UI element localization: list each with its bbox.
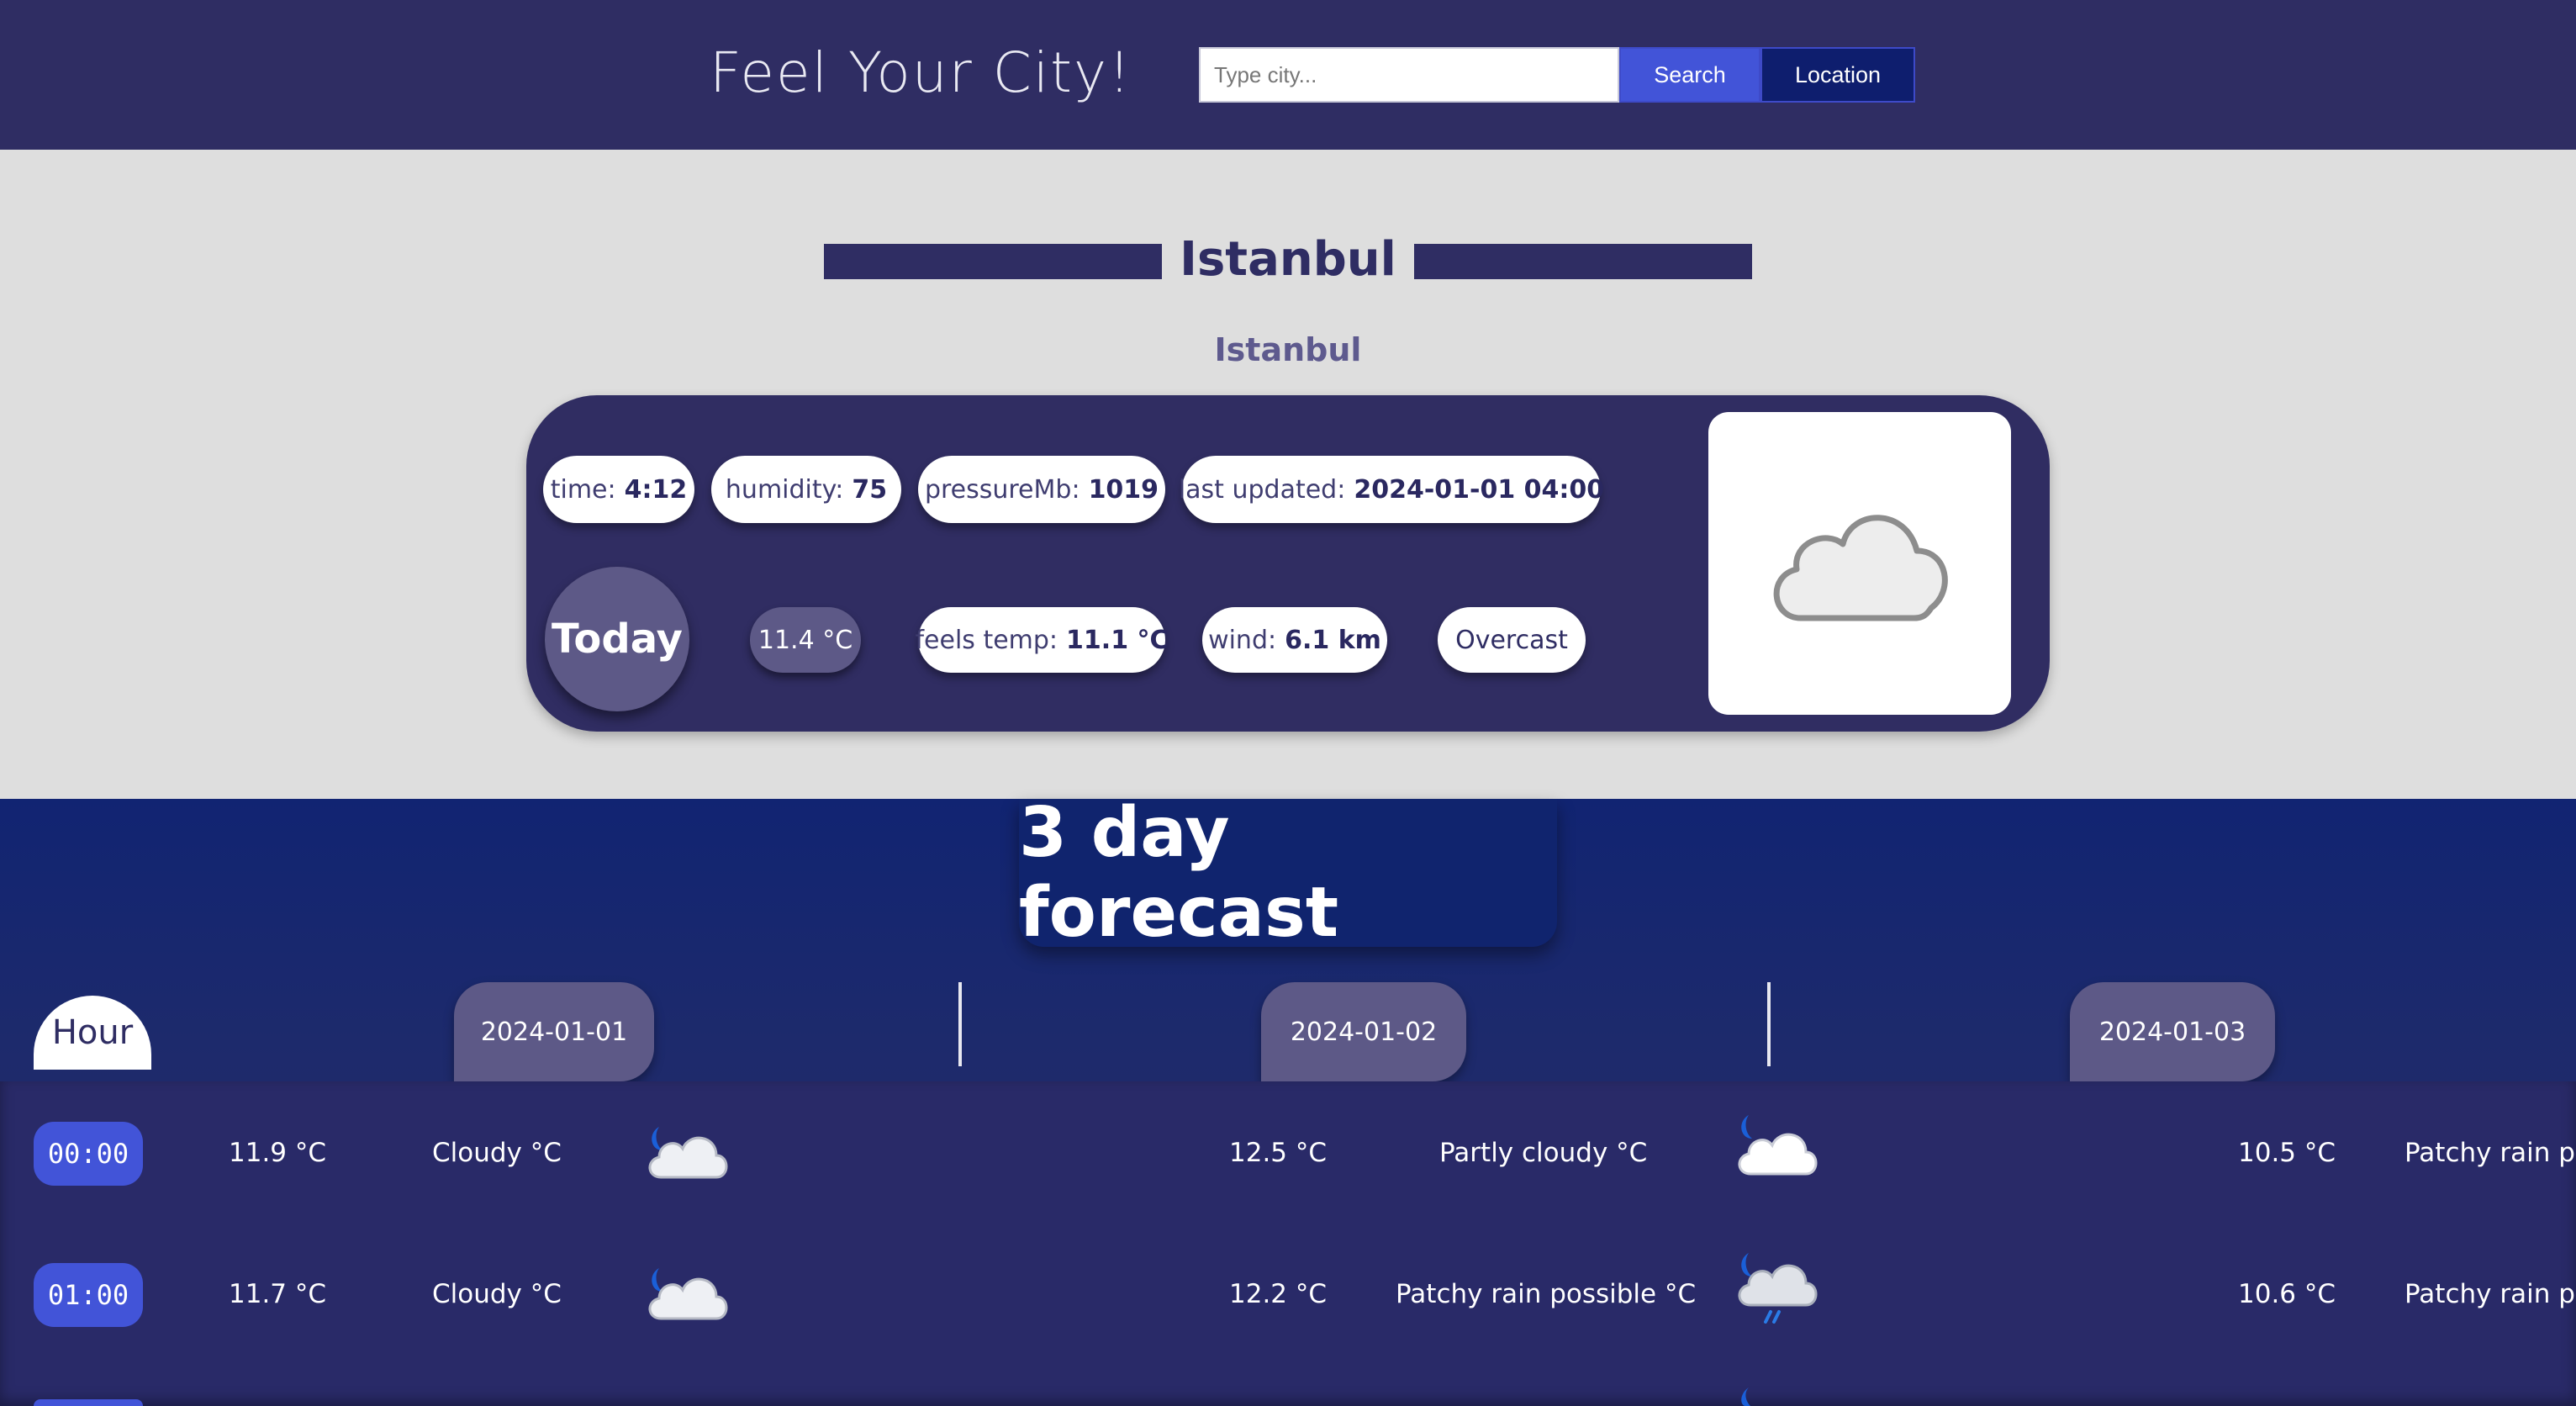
pressure-pill: pressureMb: 1019 [918,456,1165,523]
night-cloud-icon [648,1268,728,1320]
condition-cell: Partly cloudy °C [1439,1138,1648,1168]
temp-cell: 10.6 °C [2238,1279,2336,1309]
time-label: time: [550,474,616,505]
day-divider [1767,982,1771,1066]
temp-cell: 11.7 °C [229,1279,327,1309]
row-hour [34,1399,143,1406]
temp-cell: 10.5 °C [2238,1138,2336,1168]
date-tab-day2: 2024-01-02 [1261,982,1466,1081]
condition-cell: Cloudy °C [432,1279,562,1309]
cloud-icon [1773,515,1948,621]
condition-cell: Patchy rain po [2404,1138,2576,1168]
wind-pill: wind: 6.1 km [1202,607,1387,673]
condition-pill: Overcast [1438,607,1586,673]
feels-value: 11.1 °C [1066,625,1169,655]
wind-value: 6.1 km [1285,625,1381,655]
brand-title: Feel Your City! [710,40,1132,105]
city-subtitle: Istanbul [1214,331,1362,368]
pressure-value: 1019 [1088,474,1159,505]
forecast-rows [0,1081,2576,1406]
city-title: Istanbul [1180,232,1396,287]
search-button[interactable]: Search [1619,47,1760,103]
forecast-title: 3 day forecast [1019,793,1557,953]
updated-value: 2024-01-01 04:00 [1354,474,1605,505]
night-cloud-icon [648,1127,728,1179]
temp-cell: 11.9 °C [229,1138,327,1168]
last-updated-pill: last updated: 2024-01-01 04:00 [1178,456,1605,523]
night-cloud-icon [1738,1115,1818,1176]
top-bar: Feel Your City! Search Location [0,0,2576,150]
title-bar-left [824,244,1162,279]
updated-label: last updated: [1178,474,1346,505]
temp-cell: 12.5 °C [1229,1138,1328,1168]
location-button[interactable]: Location [1760,47,1915,103]
row-hour: 00:00 [34,1122,143,1186]
feels-temp-pill: feels temp: 11.1 °C [915,607,1169,673]
humidity-pill: humidity: 75 [711,456,901,523]
date-tab-day1: 2024-01-01 [454,982,654,1081]
city-search-input[interactable] [1199,47,1619,103]
humidity-label: humidity: [725,474,844,505]
today-badge: Today [545,567,689,711]
title-bar-right [1414,244,1752,279]
temp-cell: 12.2 °C [1229,1279,1328,1309]
pressure-label: pressureMb: [924,474,1080,505]
feels-label: feels temp: [915,625,1058,655]
wind-label: wind: [1208,625,1277,655]
time-pill: time: 4:12 [543,456,694,523]
day-divider [958,982,962,1066]
condition-cell: Cloudy °C [432,1138,562,1168]
condition-cell: Patchy rain po [2404,1279,2576,1309]
moon-icon [1741,1388,1750,1406]
time-value: 4:12 [624,474,688,505]
night-rain-icon [1738,1253,1818,1324]
current-temp: 11.4 °C [750,607,861,673]
humidity-value: 75 [852,474,888,505]
condition-cell: Patchy rain possible °C [1396,1279,1697,1309]
weather-icon-card [1708,412,2011,715]
row-hour: 01:00 [34,1263,143,1327]
condition-value: Overcast [1455,625,1568,655]
date-tab-day3: 2024-01-03 [2070,982,2275,1081]
